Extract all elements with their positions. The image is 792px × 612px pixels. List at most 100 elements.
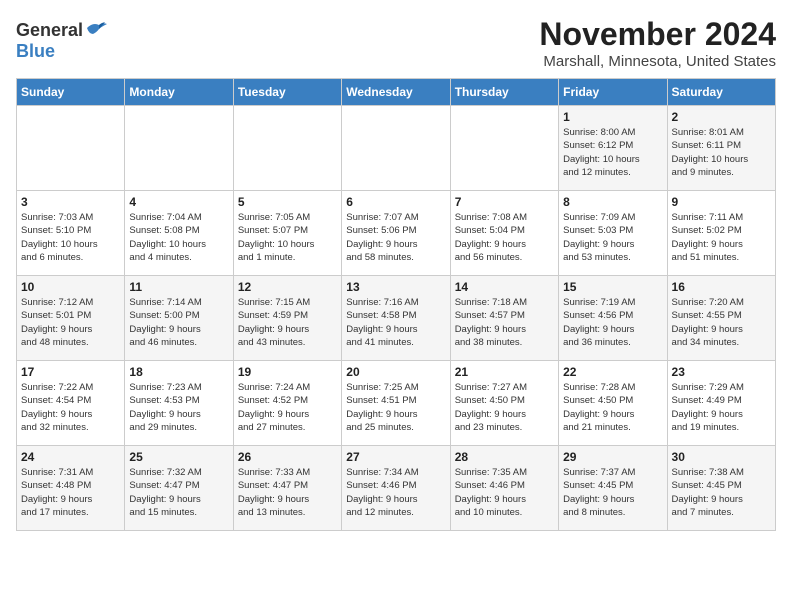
- column-header-friday: Friday: [559, 79, 667, 106]
- calendar-cell: 11Sunrise: 7:14 AM Sunset: 5:00 PM Dayli…: [125, 276, 233, 361]
- calendar-cell: 22 Sunrise: 7:28 AM Sunset: 4:50 PM Dayli…: [559, 361, 667, 446]
- calendar-cell: [125, 106, 233, 191]
- day-number: 2: [672, 110, 771, 124]
- column-header-sunday: Sunday: [17, 79, 125, 106]
- location-subtitle: Marshall, Minnesota, United States: [539, 53, 776, 70]
- day-info: Sunrise: 7:14 AM Sunset: 5:00 PM Dayligh…: [129, 296, 228, 349]
- day-number: 13: [346, 280, 445, 294]
- day-info: Sunrise: 7:34 AM Sunset: 4:46 PM Dayligh…: [346, 466, 445, 519]
- calendar-cell: 29Sunrise: 7:37 AM Sunset: 4:45 PM Dayli…: [559, 446, 667, 531]
- calendar-cell: [233, 106, 341, 191]
- calendar-week-row: 1Sunrise: 8:00 AM Sunset: 6:12 PM Daylig…: [17, 106, 776, 191]
- day-number: 6: [346, 195, 445, 209]
- calendar-cell: 30 Sunrise: 7:38 AM Sunset: 4:45 PM Dayli…: [667, 446, 775, 531]
- day-number: 5: [238, 195, 337, 209]
- calendar-cell: 8 Sunrise: 7:09 AM Sunset: 5:03 PM Daylig…: [559, 191, 667, 276]
- day-number: 9: [672, 195, 771, 209]
- day-info: Sunrise: 7:08 AM Sunset: 5:04 PM Dayligh…: [455, 211, 554, 264]
- day-info: Sunrise: 7:12 AM Sunset: 5:01 PM Dayligh…: [21, 296, 120, 349]
- calendar-cell: 18Sunrise: 7:23 AM Sunset: 4:53 PM Dayli…: [125, 361, 233, 446]
- column-header-tuesday: Tuesday: [233, 79, 341, 106]
- day-number: 28: [455, 450, 554, 464]
- calendar-cell: 16 Sunrise: 7:20 AM Sunset: 4:55 PM Dayli…: [667, 276, 775, 361]
- day-number: 27: [346, 450, 445, 464]
- day-number: 17: [21, 365, 120, 379]
- column-header-monday: Monday: [125, 79, 233, 106]
- day-number: 23: [672, 365, 771, 379]
- day-number: 18: [129, 365, 228, 379]
- title-section: November 2024 Marshall, Minnesota, Unite…: [539, 16, 776, 70]
- calendar-header-row: SundayMondayTuesdayWednesdayThursdayFrid…: [17, 79, 776, 106]
- calendar-week-row: 3Sunrise: 7:03 AM Sunset: 5:10 PM Daylig…: [17, 191, 776, 276]
- calendar-cell: 13 Sunrise: 7:16 AM Sunset: 4:58 PM Dayli…: [342, 276, 450, 361]
- column-header-thursday: Thursday: [450, 79, 558, 106]
- calendar-cell: 27 Sunrise: 7:34 AM Sunset: 4:46 PM Dayli…: [342, 446, 450, 531]
- calendar-cell: 19 Sunrise: 7:24 AM Sunset: 4:52 PM Dayli…: [233, 361, 341, 446]
- calendar-cell: 6 Sunrise: 7:07 AM Sunset: 5:06 PM Daylig…: [342, 191, 450, 276]
- column-header-saturday: Saturday: [667, 79, 775, 106]
- calendar-cell: 26 Sunrise: 7:33 AM Sunset: 4:47 PM Dayli…: [233, 446, 341, 531]
- day-info: Sunrise: 8:01 AM Sunset: 6:11 PM Dayligh…: [672, 126, 771, 179]
- calendar-table: SundayMondayTuesdayWednesdayThursdayFrid…: [16, 78, 776, 531]
- calendar-cell: 4Sunrise: 7:04 AM Sunset: 5:08 PM Daylig…: [125, 191, 233, 276]
- calendar-cell: 2 Sunrise: 8:01 AM Sunset: 6:11 PM Daylig…: [667, 106, 775, 191]
- calendar-cell: 5Sunrise: 7:05 AM Sunset: 5:07 PM Daylig…: [233, 191, 341, 276]
- calendar-week-row: 24 Sunrise: 7:31 AM Sunset: 4:48 PM Dayli…: [17, 446, 776, 531]
- calendar-cell: 20 Sunrise: 7:25 AM Sunset: 4:51 PM Dayli…: [342, 361, 450, 446]
- day-info: Sunrise: 7:07 AM Sunset: 5:06 PM Dayligh…: [346, 211, 445, 264]
- day-number: 15: [563, 280, 662, 294]
- calendar-cell: [17, 106, 125, 191]
- day-info: Sunrise: 7:19 AM Sunset: 4:56 PM Dayligh…: [563, 296, 662, 349]
- day-info: Sunrise: 7:16 AM Sunset: 4:58 PM Dayligh…: [346, 296, 445, 349]
- logo: General Blue: [16, 20, 107, 62]
- day-number: 20: [346, 365, 445, 379]
- calendar-cell: 7 Sunrise: 7:08 AM Sunset: 5:04 PM Daylig…: [450, 191, 558, 276]
- logo-bird-icon: [85, 20, 107, 38]
- calendar-week-row: 17 Sunrise: 7:22 AM Sunset: 4:54 PM Dayli…: [17, 361, 776, 446]
- calendar-cell: 28Sunrise: 7:35 AM Sunset: 4:46 PM Dayli…: [450, 446, 558, 531]
- day-number: 16: [672, 280, 771, 294]
- calendar-week-row: 10Sunrise: 7:12 AM Sunset: 5:01 PM Dayli…: [17, 276, 776, 361]
- day-number: 7: [455, 195, 554, 209]
- day-number: 19: [238, 365, 337, 379]
- calendar-cell: 3Sunrise: 7:03 AM Sunset: 5:10 PM Daylig…: [17, 191, 125, 276]
- day-info: Sunrise: 7:31 AM Sunset: 4:48 PM Dayligh…: [21, 466, 120, 519]
- calendar-cell: 21 Sunrise: 7:27 AM Sunset: 4:50 PM Dayli…: [450, 361, 558, 446]
- day-number: 24: [21, 450, 120, 464]
- day-info: Sunrise: 7:20 AM Sunset: 4:55 PM Dayligh…: [672, 296, 771, 349]
- calendar-cell: 24 Sunrise: 7:31 AM Sunset: 4:48 PM Dayli…: [17, 446, 125, 531]
- day-info: Sunrise: 7:33 AM Sunset: 4:47 PM Dayligh…: [238, 466, 337, 519]
- calendar-cell: 23 Sunrise: 7:29 AM Sunset: 4:49 PM Dayli…: [667, 361, 775, 446]
- day-info: Sunrise: 7:37 AM Sunset: 4:45 PM Dayligh…: [563, 466, 662, 519]
- day-info: Sunrise: 7:15 AM Sunset: 4:59 PM Dayligh…: [238, 296, 337, 349]
- day-number: 8: [563, 195, 662, 209]
- logo-blue-text: Blue: [16, 41, 55, 62]
- calendar-cell: 10Sunrise: 7:12 AM Sunset: 5:01 PM Dayli…: [17, 276, 125, 361]
- calendar-cell: 1Sunrise: 8:00 AM Sunset: 6:12 PM Daylig…: [559, 106, 667, 191]
- calendar-cell: 25Sunrise: 7:32 AM Sunset: 4:47 PM Dayli…: [125, 446, 233, 531]
- day-number: 4: [129, 195, 228, 209]
- day-number: 22: [563, 365, 662, 379]
- day-number: 3: [21, 195, 120, 209]
- day-number: 30: [672, 450, 771, 464]
- day-info: Sunrise: 7:27 AM Sunset: 4:50 PM Dayligh…: [455, 381, 554, 434]
- day-info: Sunrise: 7:29 AM Sunset: 4:49 PM Dayligh…: [672, 381, 771, 434]
- day-info: Sunrise: 7:09 AM Sunset: 5:03 PM Dayligh…: [563, 211, 662, 264]
- day-info: Sunrise: 7:28 AM Sunset: 4:50 PM Dayligh…: [563, 381, 662, 434]
- day-info: Sunrise: 7:25 AM Sunset: 4:51 PM Dayligh…: [346, 381, 445, 434]
- calendar-cell: 9 Sunrise: 7:11 AM Sunset: 5:02 PM Daylig…: [667, 191, 775, 276]
- day-number: 21: [455, 365, 554, 379]
- day-number: 25: [129, 450, 228, 464]
- calendar-cell: [450, 106, 558, 191]
- calendar-cell: [342, 106, 450, 191]
- day-info: Sunrise: 7:24 AM Sunset: 4:52 PM Dayligh…: [238, 381, 337, 434]
- day-info: Sunrise: 7:22 AM Sunset: 4:54 PM Dayligh…: [21, 381, 120, 434]
- day-number: 12: [238, 280, 337, 294]
- calendar-cell: 15 Sunrise: 7:19 AM Sunset: 4:56 PM Dayli…: [559, 276, 667, 361]
- day-info: Sunrise: 7:11 AM Sunset: 5:02 PM Dayligh…: [672, 211, 771, 264]
- day-number: 26: [238, 450, 337, 464]
- calendar-cell: 17 Sunrise: 7:22 AM Sunset: 4:54 PM Dayli…: [17, 361, 125, 446]
- day-number: 14: [455, 280, 554, 294]
- day-info: Sunrise: 7:38 AM Sunset: 4:45 PM Dayligh…: [672, 466, 771, 519]
- page-header: General Blue November 2024 Marshall, Min…: [16, 16, 776, 70]
